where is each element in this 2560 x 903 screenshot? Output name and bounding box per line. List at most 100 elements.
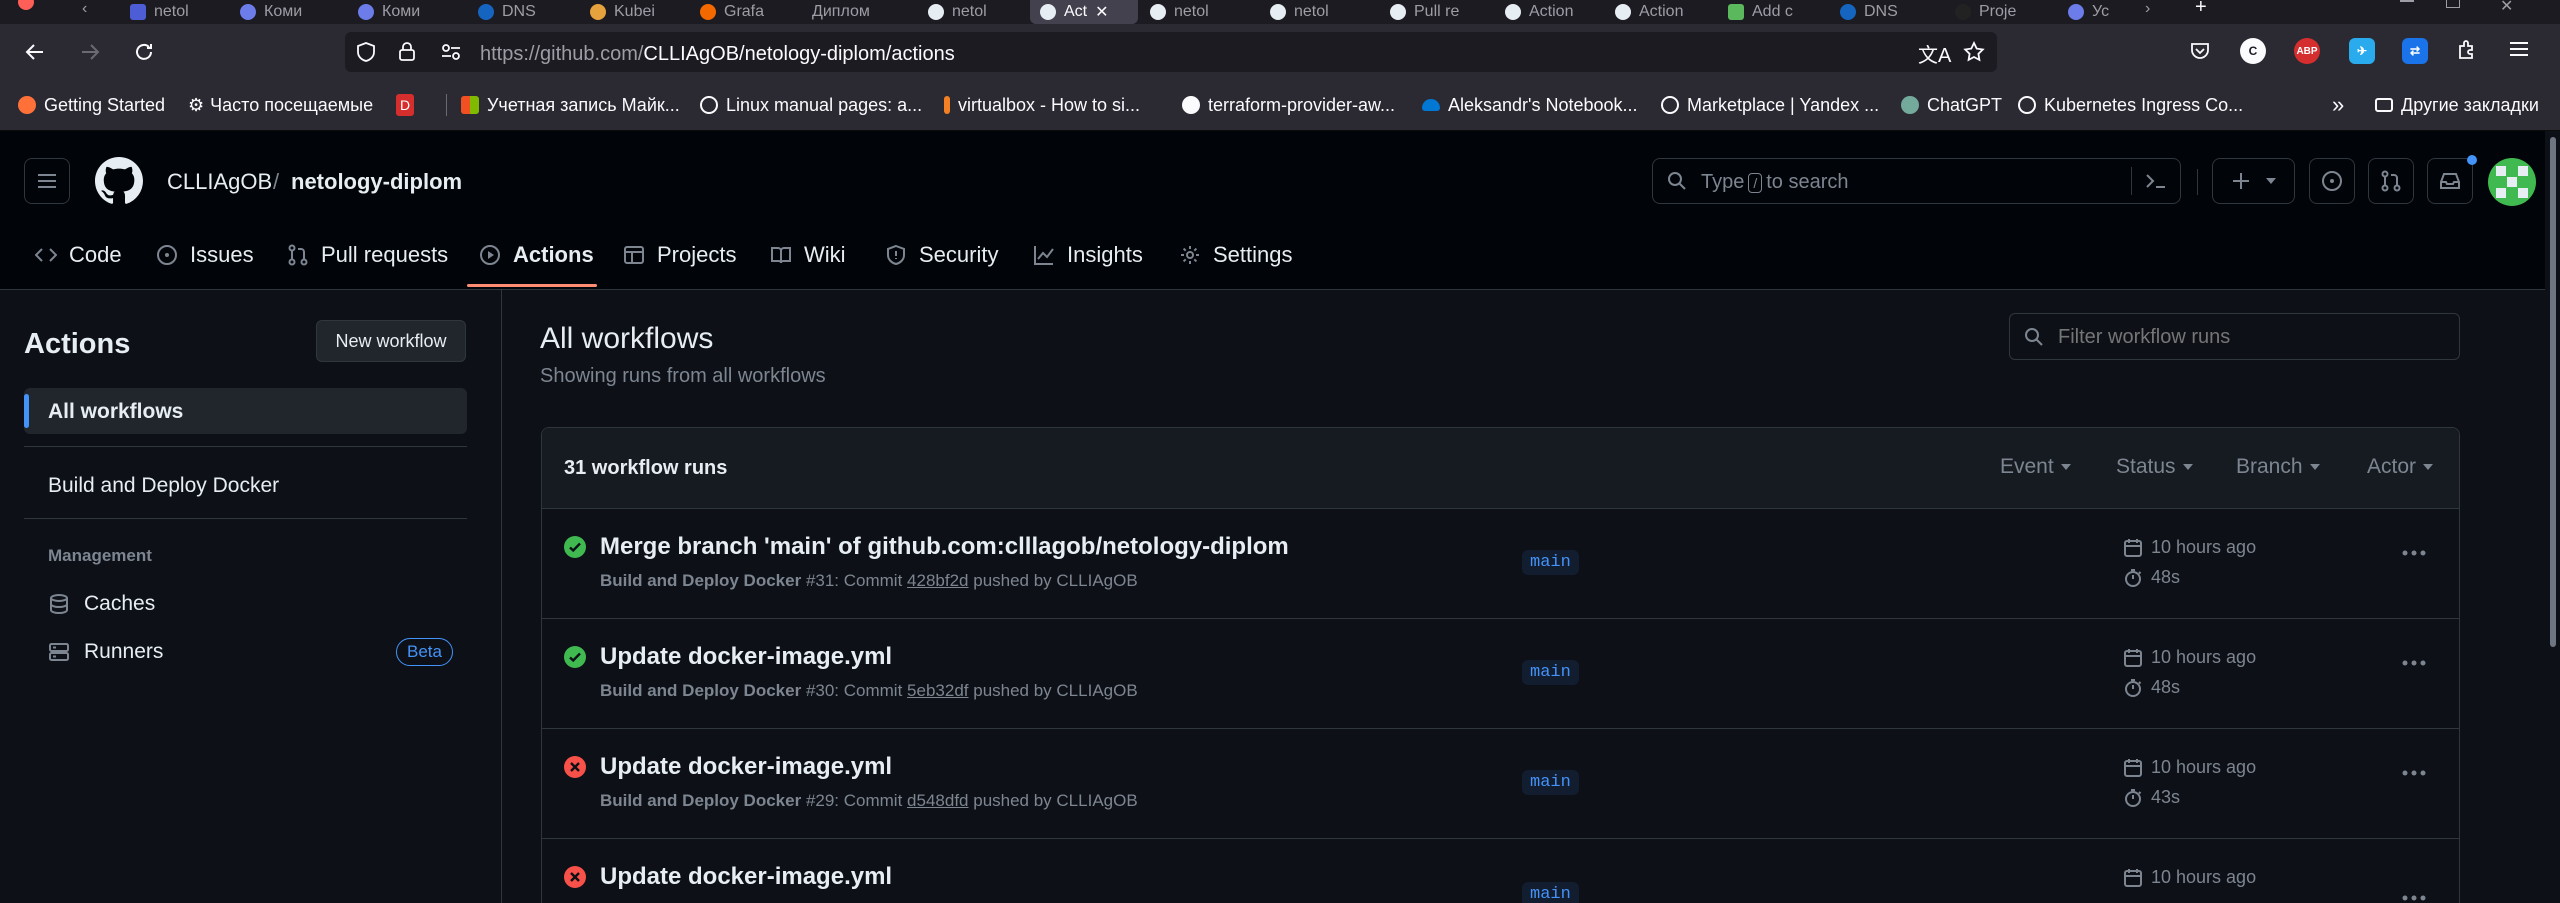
- commit-link[interactable]: 428bf2d: [907, 571, 968, 590]
- menu-button[interactable]: [24, 158, 70, 204]
- kebab-horizontal-icon[interactable]: [2401, 549, 2427, 557]
- pull-requests-button[interactable]: [2368, 158, 2414, 204]
- sidebar-item-runners[interactable]: Runners: [48, 640, 163, 664]
- actor-filter[interactable]: Actor: [2367, 455, 2434, 479]
- kebab-horizontal-icon[interactable]: [2401, 769, 2427, 777]
- bookmark-item[interactable]: Linux manual pages: a...: [700, 94, 922, 116]
- tab-settings[interactable]: Settings: [1179, 240, 1293, 270]
- repo-owner-link[interactable]: CLLIAgOB: [167, 169, 272, 195]
- commit-link[interactable]: 5eb32df: [907, 681, 968, 700]
- back-button[interactable]: [17, 34, 53, 70]
- kebab-horizontal-icon[interactable]: [2401, 659, 2427, 667]
- tab-pull-requests[interactable]: Pull requests: [287, 240, 448, 270]
- tab-scroll-right-icon[interactable]: ›: [2145, 0, 2150, 18]
- translator-extension-icon[interactable]: ⇄: [2402, 38, 2428, 64]
- search-input[interactable]: Type / to search: [1652, 158, 2181, 204]
- bookmark-item[interactable]: Marketplace | Yandex ...: [1661, 94, 1879, 116]
- browser-tab[interactable]: Ус: [2068, 0, 2138, 24]
- browser-tab[interactable]: netol: [1270, 0, 1360, 24]
- bookmark-star-icon[interactable]: [1963, 41, 1985, 63]
- browser-tab[interactable]: DNS: [478, 0, 568, 24]
- maximize-window-icon[interactable]: [2446, 0, 2460, 8]
- extensions-puzzle-icon[interactable]: [2455, 38, 2479, 62]
- new-tab-icon[interactable]: +: [2195, 0, 2207, 19]
- close-window-icon[interactable]: ✕: [2500, 0, 2513, 16]
- bookmark-item[interactable]: Aleksandr's Notebook...: [1422, 94, 1638, 116]
- new-workflow-button[interactable]: New workflow: [316, 320, 466, 362]
- browser-tab[interactable]: netol: [130, 0, 220, 24]
- tab-projects[interactable]: Projects: [623, 240, 736, 270]
- kebab-horizontal-icon[interactable]: [2401, 894, 2427, 902]
- browser-tab[interactable]: Кoми: [240, 0, 330, 24]
- inbox-button[interactable]: [2427, 158, 2473, 204]
- run-title[interactable]: Update docker-image.yml: [600, 643, 892, 671]
- issues-button[interactable]: [2309, 158, 2355, 204]
- bookmark-item[interactable]: terraform-provider-aw...: [1182, 94, 1395, 116]
- bookmark-item[interactable]: virtualbox - How to si...: [944, 94, 1140, 116]
- lock-icon[interactable]: [397, 40, 417, 62]
- run-title[interactable]: Update docker-image.yml: [600, 753, 892, 781]
- tab-actions[interactable]: Actions: [479, 240, 594, 270]
- browser-tab[interactable]: Action: [1505, 0, 1595, 24]
- repo-name-link[interactable]: netology-diplom: [291, 169, 462, 195]
- browser-tab[interactable]: Grafa: [700, 0, 790, 24]
- browser-tab-active[interactable]: Act ✕: [1030, 0, 1138, 24]
- tab-security[interactable]: Security: [885, 240, 998, 270]
- browser-tab[interactable]: netol: [1150, 0, 1240, 24]
- browser-close-dot[interactable]: [18, 0, 34, 10]
- create-new-button[interactable]: [2212, 158, 2295, 204]
- tab-list-arrow-icon[interactable]: ‹: [82, 0, 87, 18]
- status-filter[interactable]: Status: [2116, 455, 2194, 479]
- bookmark-item[interactable]: D: [396, 94, 422, 116]
- branch-label[interactable]: main: [1522, 660, 1579, 685]
- adblock-plus-icon[interactable]: ABP: [2294, 38, 2320, 64]
- event-filter[interactable]: Event: [2000, 455, 2072, 479]
- bookmark-item[interactable]: ChatGPT: [1901, 94, 2002, 116]
- commit-link[interactable]: d548dfd: [907, 791, 968, 810]
- sidebar-item-caches[interactable]: Caches: [48, 592, 155, 616]
- sidebar-item-build-and-deploy-docker[interactable]: Build and Deploy Docker: [48, 474, 279, 498]
- other-bookmarks[interactable]: Другие закладки: [2375, 94, 2539, 116]
- extension-c-icon[interactable]: C: [2240, 38, 2266, 64]
- tab-close-icon[interactable]: ✕: [1095, 2, 1108, 22]
- tracking-shield-icon[interactable]: [355, 41, 377, 63]
- browser-tab[interactable]: Диплом: [812, 0, 902, 24]
- workflow-run-row[interactable]: Update docker-image.yml main 10 hours ag…: [541, 838, 2460, 903]
- permissions-icon[interactable]: [440, 42, 462, 62]
- workflow-run-row[interactable]: Update docker-image.yml Build and Deploy…: [541, 728, 2460, 838]
- browser-menu-icon[interactable]: [2510, 38, 2528, 60]
- bookmark-item[interactable]: Учетная запись Майк...: [461, 94, 680, 116]
- github-logo-icon[interactable]: [95, 157, 143, 205]
- workflow-run-row[interactable]: Update docker-image.yml Build and Deploy…: [541, 618, 2460, 728]
- bookmark-item[interactable]: Getting Started: [18, 94, 165, 116]
- run-title[interactable]: Update docker-image.yml: [600, 863, 892, 891]
- workflow-run-row[interactable]: Merge branch 'main' of github.com:clllag…: [541, 508, 2460, 618]
- bookmark-item[interactable]: Kubernetes Ingress Co...: [2018, 94, 2243, 116]
- tab-insights[interactable]: Insights: [1033, 240, 1143, 270]
- browser-tab[interactable]: Add c: [1728, 0, 1818, 24]
- run-title[interactable]: Merge branch 'main' of github.com:clllag…: [600, 533, 1289, 561]
- minimize-window-icon[interactable]: [2400, 0, 2414, 2]
- address-bar[interactable]: https://github.com/CLLIAgOB/netology-dip…: [345, 32, 1997, 72]
- command-palette-icon[interactable]: [2145, 172, 2167, 190]
- branch-filter[interactable]: Branch: [2236, 455, 2321, 479]
- pocket-icon[interactable]: [2188, 39, 2212, 63]
- tab-wiki[interactable]: Wiki: [770, 240, 846, 270]
- avatar[interactable]: [2488, 158, 2536, 206]
- tab-code[interactable]: Code: [35, 240, 122, 270]
- tab-issues[interactable]: Issues: [156, 240, 254, 270]
- browser-tab[interactable]: Pull re: [1390, 0, 1480, 24]
- browser-tab[interactable]: DNS: [1840, 0, 1930, 24]
- bookmarks-overflow-icon[interactable]: »: [2332, 92, 2344, 117]
- filter-workflow-runs[interactable]: [2009, 313, 2460, 360]
- browser-tab[interactable]: netol: [928, 0, 1018, 24]
- sidebar-item-all-workflows[interactable]: All workflows: [24, 388, 467, 434]
- branch-label[interactable]: main: [1522, 770, 1579, 795]
- filter-input[interactable]: [2056, 320, 2450, 354]
- browser-tab[interactable]: Proje: [1955, 0, 2045, 24]
- bookmark-item[interactable]: ⚙ Часто посещаемые: [188, 94, 373, 116]
- branch-label[interactable]: main: [1522, 882, 1579, 903]
- translate-icon[interactable]: 文A: [1918, 39, 1951, 68]
- branch-label[interactable]: main: [1522, 550, 1579, 575]
- browser-tab[interactable]: Кoми: [358, 0, 448, 24]
